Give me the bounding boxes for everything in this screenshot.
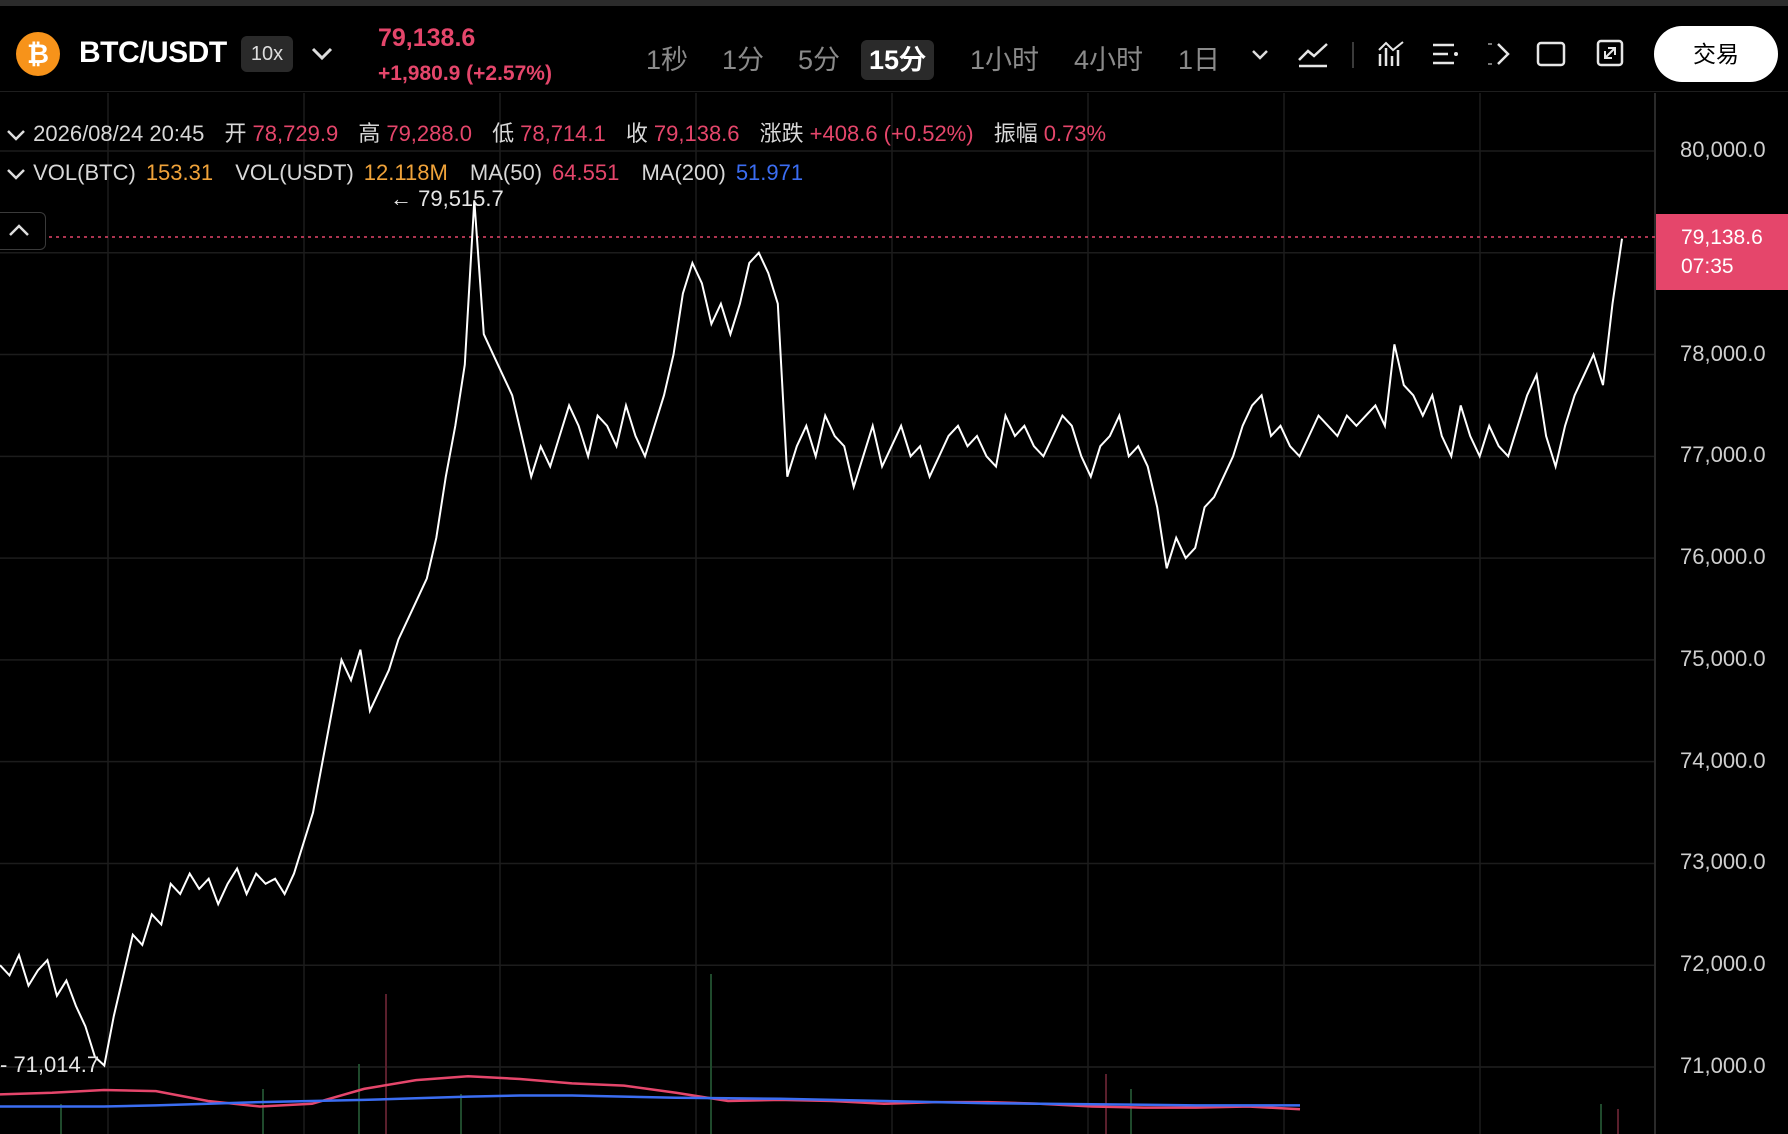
low-label: 低 <box>492 121 515 146</box>
ma200-value: 51.971 <box>735 160 804 185</box>
price-line <box>0 200 1623 1068</box>
chevron-down-icon[interactable] <box>1250 48 1270 62</box>
high-marker: ← 79,515.7 <box>390 186 504 211</box>
price-tick-label: 73,000.0 <box>1680 849 1766 875</box>
ma50-value: 64.551 <box>552 160 620 185</box>
tab-1m[interactable]: 1分 <box>714 40 772 80</box>
price-tick-label: 75,000.0 <box>1680 645 1766 671</box>
tab-4h[interactable]: 4小时 <box>1066 40 1151 80</box>
tab-1s[interactable]: 1秒 <box>638 40 696 80</box>
tab-5m[interactable]: 5分 <box>790 40 848 80</box>
volume-row: VOL(BTC) 153.31 VOL(USDT) 12.118M MA(50) 64… <box>0 160 809 186</box>
price-chart[interactable] <box>0 93 1788 1134</box>
high-label: 高 <box>358 121 381 146</box>
low-marker: - 71,014.7 <box>0 1052 100 1077</box>
chevron-down-icon[interactable] <box>5 166 27 182</box>
volume-bars <box>60 974 1619 1134</box>
tab-1h[interactable]: 1小时 <box>962 40 1047 80</box>
price-tick-label: 76,000.0 <box>1680 544 1766 570</box>
expand-icon[interactable] <box>1595 38 1625 68</box>
chevron-down-icon[interactable] <box>310 46 334 62</box>
price-tick-label: 71,000.0 <box>1680 1053 1766 1078</box>
amplitude-label: 振幅 <box>993 121 1038 146</box>
current-price-tag: 79,138.6 07:35 <box>1656 214 1788 290</box>
trade-button[interactable]: 交易 <box>1654 26 1778 82</box>
leverage-badge[interactable]: 10x <box>241 36 293 72</box>
price-change: +1,980.9 (+2.57%) <box>378 62 552 85</box>
vol-btc-value: 153.31 <box>145 160 214 185</box>
volume-bar <box>710 974 712 1134</box>
ohlc-row: 2026/08/24 20:45 开 78,729.9 高 79,288.0 低 78… <box>0 116 1112 148</box>
ma200-label: MA(200) <box>641 160 726 185</box>
change-value: +408.6 (+0.52%) <box>809 121 974 146</box>
amplitude-value: 0.73% <box>1043 121 1107 146</box>
last-price: 79,138.6 <box>378 24 476 52</box>
chevron-up-icon <box>9 224 29 236</box>
candle-countdown: 07:35 <box>1681 255 1734 278</box>
price-tick-label: 77,000.0 <box>1680 442 1766 468</box>
volume-bar <box>385 994 387 1134</box>
top-bar: ₿ BTC/USDT 10x 79,138.6 +1,980.9 (+2.57%… <box>0 0 1788 92</box>
volume-bar <box>1617 1109 1619 1134</box>
volume-bar <box>1130 1089 1132 1134</box>
indicator-icon[interactable] <box>1376 38 1406 70</box>
settings-list-icon[interactable] <box>1430 38 1460 70</box>
chevron-down-icon[interactable] <box>5 127 27 143</box>
chevron-right-icon[interactable] <box>1484 38 1514 70</box>
close-value: 79,138.6 <box>653 121 740 146</box>
fullscreen-box-icon[interactable] <box>1535 40 1567 68</box>
tab-1d[interactable]: 1日 <box>1170 40 1228 80</box>
vol-btc-label: VOL(BTC) <box>33 160 136 185</box>
open-label: 开 <box>224 121 247 146</box>
close-label: 收 <box>625 121 648 146</box>
price-tick-label: 78,000.0 <box>1680 340 1766 366</box>
bitcoin-icon: ₿ <box>16 32 60 76</box>
ohlc-datetime: 2026/08/24 20:45 <box>33 121 205 146</box>
volume-bar <box>262 1089 264 1134</box>
current-price-value: 79,138.6 <box>1681 226 1763 249</box>
tab-15m[interactable]: 15分 <box>861 40 935 80</box>
line-chart-icon[interactable] <box>1296 38 1330 70</box>
price-tick-label: 74,000.0 <box>1680 747 1766 773</box>
volume-bar <box>60 1104 62 1134</box>
volume-bar <box>1600 1104 1602 1134</box>
collapse-button[interactable] <box>0 212 46 250</box>
change-label: 涨跌 <box>759 121 804 146</box>
vol-usdt-label: VOL(USDT) <box>235 160 354 185</box>
high-value: 79,288.0 <box>386 121 472 146</box>
price-tick-label: 72,000.0 <box>1680 951 1766 977</box>
price-tick-label: 80,000.0 <box>1680 137 1766 162</box>
vol-usdt-value: 12.118M <box>363 160 448 185</box>
volume-bar <box>460 1094 462 1134</box>
pair-name[interactable]: BTC/USDT <box>79 36 227 70</box>
open-value: 78,729.9 <box>252 121 339 146</box>
low-value: 78,714.1 <box>520 121 606 146</box>
toolbar-divider <box>1352 42 1354 68</box>
chart-grid <box>0 93 1655 1134</box>
ma50-label: MA(50) <box>469 160 543 185</box>
